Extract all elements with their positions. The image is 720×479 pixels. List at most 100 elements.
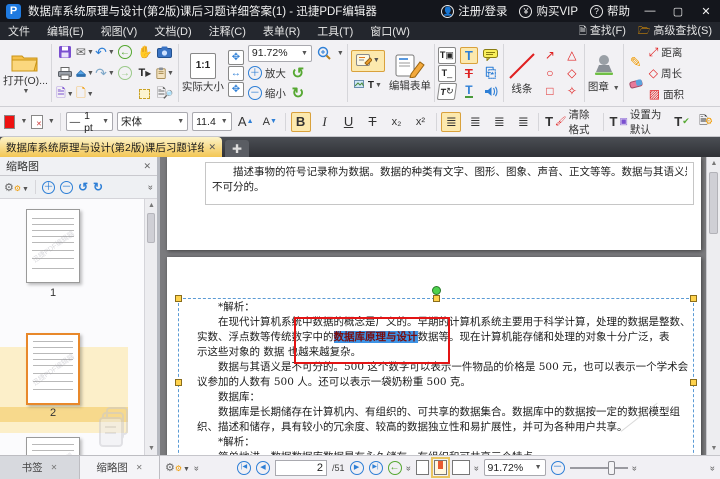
tab-close-icon[interactable]: ✕ bbox=[208, 142, 216, 153]
comment-note-tool[interactable] bbox=[482, 47, 500, 64]
zoom-slider[interactable] bbox=[570, 467, 628, 469]
thumb-zoom-in-button[interactable]: ＋ bbox=[42, 181, 55, 194]
fit-page-icon[interactable]: ✥ bbox=[228, 50, 244, 65]
rotate-ccw-90-icon[interactable]: ↺ bbox=[78, 180, 88, 194]
thumbnail-page-1[interactable]: 迅捷PDF编辑器 bbox=[26, 209, 80, 283]
maximize-button[interactable]: ▢ bbox=[670, 5, 686, 18]
advanced-find-button[interactable]: 🗁 高级查找(S) bbox=[638, 22, 712, 41]
clear-format-button[interactable]: T🖌清除格式 bbox=[544, 112, 598, 132]
subscript-button[interactable]: x₂ bbox=[387, 112, 407, 132]
hand-tool-icon[interactable]: ✋ bbox=[136, 44, 154, 61]
single-page-layout-icon[interactable] bbox=[416, 460, 429, 475]
tab-thumbnails[interactable]: 缩略图✕ bbox=[80, 456, 160, 479]
stroke-color-swatch[interactable] bbox=[4, 115, 15, 129]
format-settings-button[interactable]: 🗎⚙ bbox=[696, 112, 716, 132]
open-button[interactable]: 打开(O)... ▼ bbox=[1, 41, 50, 105]
save-icon[interactable] bbox=[56, 44, 74, 61]
continuous-layout-icon[interactable] bbox=[434, 460, 447, 475]
select-text-icon[interactable]: T▸ bbox=[136, 65, 154, 82]
align-center-button[interactable]: ≣ bbox=[465, 112, 485, 132]
new-page-icon[interactable]: 🗋▼ bbox=[76, 86, 94, 103]
select-area-icon[interactable] bbox=[136, 86, 154, 103]
area-tool[interactable]: ▨面积 bbox=[649, 84, 684, 104]
login-button[interactable]: 👤 注册/登录 bbox=[441, 3, 507, 19]
font-size-select[interactable]: 11.4▼ bbox=[192, 112, 232, 131]
underline-button[interactable]: U bbox=[339, 112, 359, 132]
text-rotate-tool-icon[interactable]: T↻ bbox=[437, 83, 457, 100]
strikethrough-button[interactable]: T bbox=[363, 112, 383, 132]
next-page-button[interactable]: ▶ bbox=[350, 461, 364, 475]
status-zoom-select[interactable]: 91.72%▼ bbox=[484, 459, 546, 476]
zoom-more-chevron-icon[interactable]: » bbox=[630, 465, 640, 469]
two-page-layout-icon[interactable] bbox=[452, 460, 470, 475]
fit-visible-icon[interactable]: ✥ bbox=[228, 82, 244, 97]
page-number-input[interactable]: 2 bbox=[275, 460, 327, 476]
textbox-tool-icon[interactable]: T▣ bbox=[438, 47, 456, 64]
snapshot-icon[interactable] bbox=[156, 44, 174, 61]
rotate-cw-90-icon[interactable]: ↻ bbox=[93, 180, 103, 194]
thumbnail-page-2-selected[interactable]: 迅捷PDF编辑器 bbox=[26, 333, 80, 405]
decrease-font-button[interactable]: A▼ bbox=[260, 112, 280, 132]
paste-icon[interactable]: ▼ bbox=[156, 65, 174, 82]
doc-scroll-down-icon[interactable]: ▼ bbox=[707, 442, 720, 455]
arrow-tool-icon[interactable]: ↗ bbox=[541, 47, 559, 64]
menu-view[interactable]: 视图(V) bbox=[101, 23, 138, 39]
thumb-options-button[interactable]: ⚙⚙▼ bbox=[4, 181, 29, 194]
menu-document[interactable]: 文档(D) bbox=[154, 23, 191, 39]
thumb-more-chevron-icon[interactable]: » bbox=[146, 185, 156, 189]
edit-content-tool[interactable]: ▼ bbox=[351, 50, 385, 72]
statusbar-expand-chevron-icon[interactable]: » bbox=[708, 465, 718, 469]
menu-window[interactable]: 窗口(W) bbox=[370, 23, 410, 39]
doc-scroll-up-icon[interactable]: ▲ bbox=[707, 157, 720, 170]
stroke-width-select[interactable]: —1 pt▼ bbox=[66, 112, 113, 131]
menu-form[interactable]: 表单(R) bbox=[263, 23, 300, 39]
pencil-tool-icon[interactable]: ✎ bbox=[627, 54, 645, 71]
align-right-button[interactable]: ≣ bbox=[489, 112, 509, 132]
previous-view-icon[interactable]: ← bbox=[116, 44, 134, 61]
minimize-button[interactable]: — bbox=[642, 5, 658, 17]
text-replace-tool-icon[interactable]: T_ bbox=[438, 65, 456, 82]
last-page-button[interactable]: ▶| bbox=[369, 461, 383, 475]
stamp-tool[interactable]: 图章 ▼ bbox=[586, 41, 622, 105]
status-options-button[interactable]: ⚙⚙▼ bbox=[165, 461, 190, 474]
rotation-handle[interactable] bbox=[432, 286, 441, 295]
export-page-icon[interactable]: 🗎▼ bbox=[56, 86, 74, 103]
buy-vip-button[interactable]: ¥ 购买VIP bbox=[519, 3, 578, 19]
polygon-tool-icon[interactable]: ◇ bbox=[563, 65, 581, 82]
previous-view-button[interactable]: ← bbox=[388, 461, 402, 475]
distance-tool[interactable]: ⤢距离 bbox=[649, 42, 683, 62]
previous-page-button[interactable]: ◀ bbox=[256, 461, 270, 475]
italic-button[interactable]: I bbox=[315, 112, 335, 132]
document-tab[interactable]: 数据库系统原理与设计(第2版)课后习题详细答案(1) ✕ bbox=[0, 137, 222, 157]
find-button[interactable]: 🗎 查找(F) bbox=[579, 22, 626, 41]
thumbnail-page-3[interactable]: 迅捷PDF编辑器 bbox=[26, 437, 80, 455]
fill-color-swatch[interactable]: ✕ bbox=[31, 115, 42, 129]
collapse-chevron-icon[interactable]: » bbox=[192, 465, 202, 469]
scanner-icon[interactable]: ▼ bbox=[76, 65, 94, 82]
underline-text-tool[interactable]: T bbox=[460, 83, 478, 100]
scroll-down-icon[interactable]: ▼ bbox=[145, 442, 157, 455]
set-default-button[interactable]: T▣设置为默认 bbox=[608, 112, 668, 132]
zoom-select[interactable]: 91.72%▼ bbox=[248, 45, 312, 62]
zoom-slider-knob[interactable] bbox=[608, 461, 615, 475]
handle-mid-left[interactable] bbox=[175, 379, 182, 386]
help-button[interactable]: ? 帮助 bbox=[590, 3, 630, 19]
search-in-doc-icon[interactable]: 🗎🔎 bbox=[156, 86, 174, 103]
new-tab-button[interactable]: ✚ bbox=[225, 140, 249, 157]
rotate-right-icon[interactable]: ↻ bbox=[289, 85, 307, 102]
perimeter-tool[interactable]: ◇周长 bbox=[649, 63, 682, 83]
line-tool[interactable]: 线条 bbox=[505, 41, 539, 105]
redo-icon[interactable]: ↷▼ bbox=[96, 65, 114, 82]
first-page-button[interactable]: |◀ bbox=[237, 461, 251, 475]
page1-textbox[interactable]: 描述事物的符号记录称为数据。数据的种类有文字、图形、图象、声音、正文等等。数据与… bbox=[205, 162, 694, 205]
fit-width-icon[interactable]: ↔ bbox=[228, 66, 244, 81]
increase-font-button[interactable]: A▲ bbox=[236, 112, 256, 132]
menu-tools[interactable]: 工具(T) bbox=[317, 23, 353, 39]
marquee-zoom-icon[interactable] bbox=[315, 45, 333, 62]
edit-image-text-tool[interactable]: T ▼ bbox=[351, 75, 385, 97]
actual-size-button[interactable]: 1:1 实际大小 bbox=[180, 41, 226, 105]
layout-more-chevron-icon[interactable]: » bbox=[472, 465, 482, 469]
print-icon[interactable] bbox=[56, 65, 74, 82]
eraser-tool-icon[interactable] bbox=[627, 75, 645, 92]
next-view-icon[interactable]: → bbox=[116, 65, 134, 82]
